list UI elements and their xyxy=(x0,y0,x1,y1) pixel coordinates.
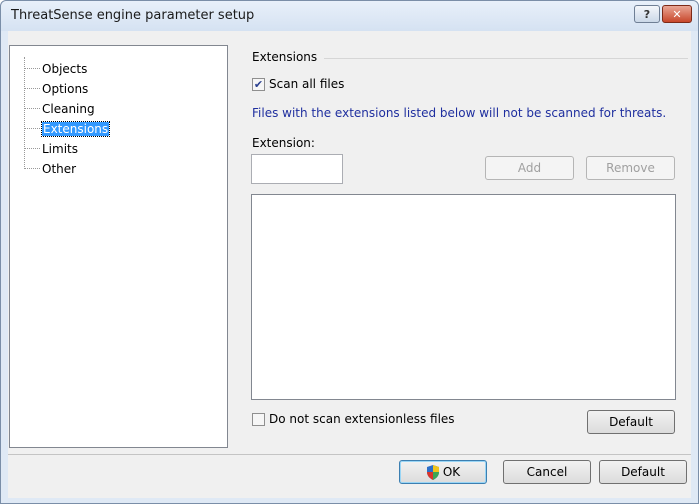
default-button-label: Default xyxy=(621,465,665,479)
tree-branch-line xyxy=(24,81,40,89)
add-button-label: Add xyxy=(517,161,542,175)
help-icon: ? xyxy=(643,7,651,21)
extensions-default-button[interactable]: Default xyxy=(587,410,675,434)
tree-branch-line xyxy=(24,161,40,169)
remove-button-label: Remove xyxy=(606,161,655,175)
no-extensionless-checkbox[interactable]: Do not scan extensionless files xyxy=(252,412,455,426)
dialog-window: ThreatSense engine parameter setup ? ✕ O… xyxy=(0,0,699,504)
tree-item-label: Limits xyxy=(42,142,78,156)
tree-item-label: Objects xyxy=(42,62,88,76)
group-divider xyxy=(324,58,688,59)
scan-all-files-checkbox[interactable]: ✔ Scan all files xyxy=(252,77,344,91)
cancel-button-label: Cancel xyxy=(526,465,568,479)
window-title: ThreatSense engine parameter setup xyxy=(11,8,255,23)
add-button[interactable]: Add xyxy=(485,156,574,180)
ok-button[interactable]: OK xyxy=(399,460,487,484)
title-bar[interactable]: ThreatSense engine parameter setup ? ✕ xyxy=(1,1,698,31)
extension-input[interactable] xyxy=(251,154,343,184)
cancel-button[interactable]: Cancel xyxy=(503,460,591,484)
settings-tree: Objects Options Cleaning Extensions Limi… xyxy=(9,45,228,448)
tree-item-extensions[interactable]: Extensions xyxy=(24,121,111,137)
tree-item-objects[interactable]: Objects xyxy=(24,61,87,77)
tree-item-limits[interactable]: Limits xyxy=(24,141,78,157)
ok-button-label: OK xyxy=(442,465,461,479)
tree-branch-line xyxy=(24,101,40,109)
extension-field-label: Extension: xyxy=(252,136,315,150)
default-button[interactable]: Default xyxy=(599,460,687,484)
close-icon: ✕ xyxy=(672,7,682,21)
excluded-extensions-list[interactable] xyxy=(251,194,676,400)
remove-button[interactable]: Remove xyxy=(586,156,675,180)
dialog-client-area: Objects Options Cleaning Extensions Limi… xyxy=(8,31,691,498)
tree-branch-line xyxy=(24,141,40,149)
tree-item-cleaning[interactable]: Cleaning xyxy=(24,101,95,117)
footer-divider xyxy=(8,454,691,455)
tree-item-label: Cleaning xyxy=(42,102,95,116)
extensions-default-label: Default xyxy=(609,415,653,429)
tree-item-label: Extensions xyxy=(40,121,111,137)
tree-item-label: Options xyxy=(42,82,89,96)
extensions-info-text: Files with the extensions listed below w… xyxy=(252,106,667,120)
checkbox-unchecked-icon xyxy=(252,412,265,426)
tree-branch-line xyxy=(24,61,40,69)
help-button[interactable]: ? xyxy=(634,5,660,23)
tree-item-options[interactable]: Options xyxy=(24,81,88,97)
tree-item-other[interactable]: Other xyxy=(24,161,76,177)
tree-item-label: Other xyxy=(42,162,77,176)
checkbox-checked-icon: ✔ xyxy=(252,77,265,91)
security-shield-icon xyxy=(426,464,439,480)
no-extensionless-label: Do not scan extensionless files xyxy=(269,412,455,426)
tree-branch-line xyxy=(24,121,40,129)
close-button[interactable]: ✕ xyxy=(662,5,692,23)
extensions-group-title: Extensions xyxy=(252,50,318,64)
scan-all-files-label: Scan all files xyxy=(269,77,345,91)
